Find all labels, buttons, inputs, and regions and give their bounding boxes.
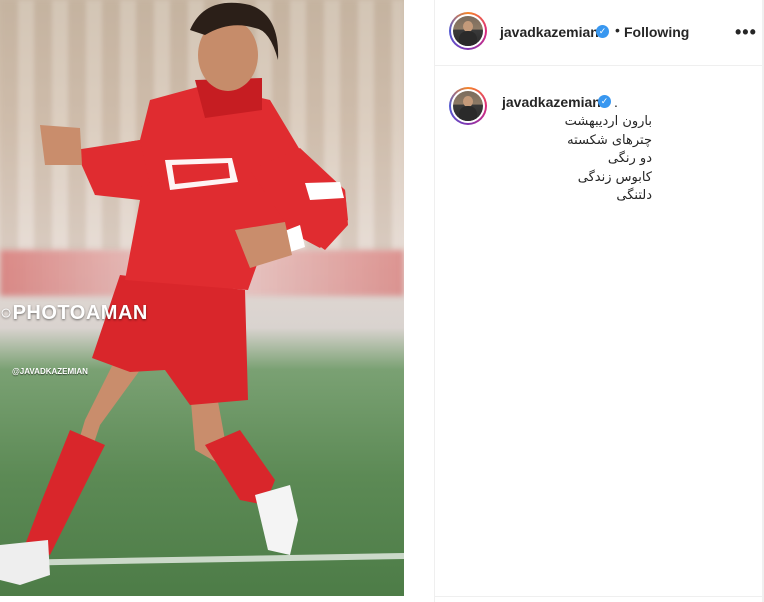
verified-badge-icon: ✓ bbox=[596, 25, 609, 38]
verified-badge-icon: ✓ bbox=[598, 95, 611, 108]
following-button[interactable]: Following bbox=[624, 24, 689, 40]
author-username-link[interactable]: javadkazemian bbox=[500, 24, 599, 40]
caption-author-username-link[interactable]: javadkazemian bbox=[502, 94, 601, 110]
caption-line: کابوس زندگی bbox=[577, 169, 652, 185]
photo-watermark: ○PHOTOAMAN bbox=[0, 302, 148, 324]
photo-handle-watermark: @JAVADKAZEMIAN bbox=[12, 367, 88, 376]
header-separator: • bbox=[615, 22, 620, 38]
pane-bottom-divider bbox=[435, 596, 764, 602]
caption-line: دلتنگی bbox=[616, 188, 652, 203]
player-figure bbox=[0, 2, 348, 585]
caption-line: بارون اردیبهشت bbox=[564, 114, 652, 129]
post-header: javadkazemian ✓ • Following ••• bbox=[435, 0, 764, 66]
caption-text: بارون اردیبهشت چترهای شکسته دو رنگی کابو… bbox=[502, 113, 652, 206]
caption-author-avatar[interactable] bbox=[449, 87, 487, 125]
more-options-icon[interactable]: ••• bbox=[735, 22, 757, 43]
post-photo[interactable]: ○PHOTOAMAN @JAVADKAZEMIAN bbox=[0, 0, 404, 596]
caption-line: دو رنگی bbox=[607, 151, 652, 166]
instagram-icon: ○ bbox=[0, 302, 13, 324]
author-avatar[interactable] bbox=[449, 12, 487, 50]
post-details-pane: javadkazemian ✓ • Following ••• javadkaz… bbox=[434, 0, 764, 602]
caption-line: چترهای شکسته bbox=[567, 132, 652, 148]
caption-suffix: . bbox=[614, 94, 618, 110]
